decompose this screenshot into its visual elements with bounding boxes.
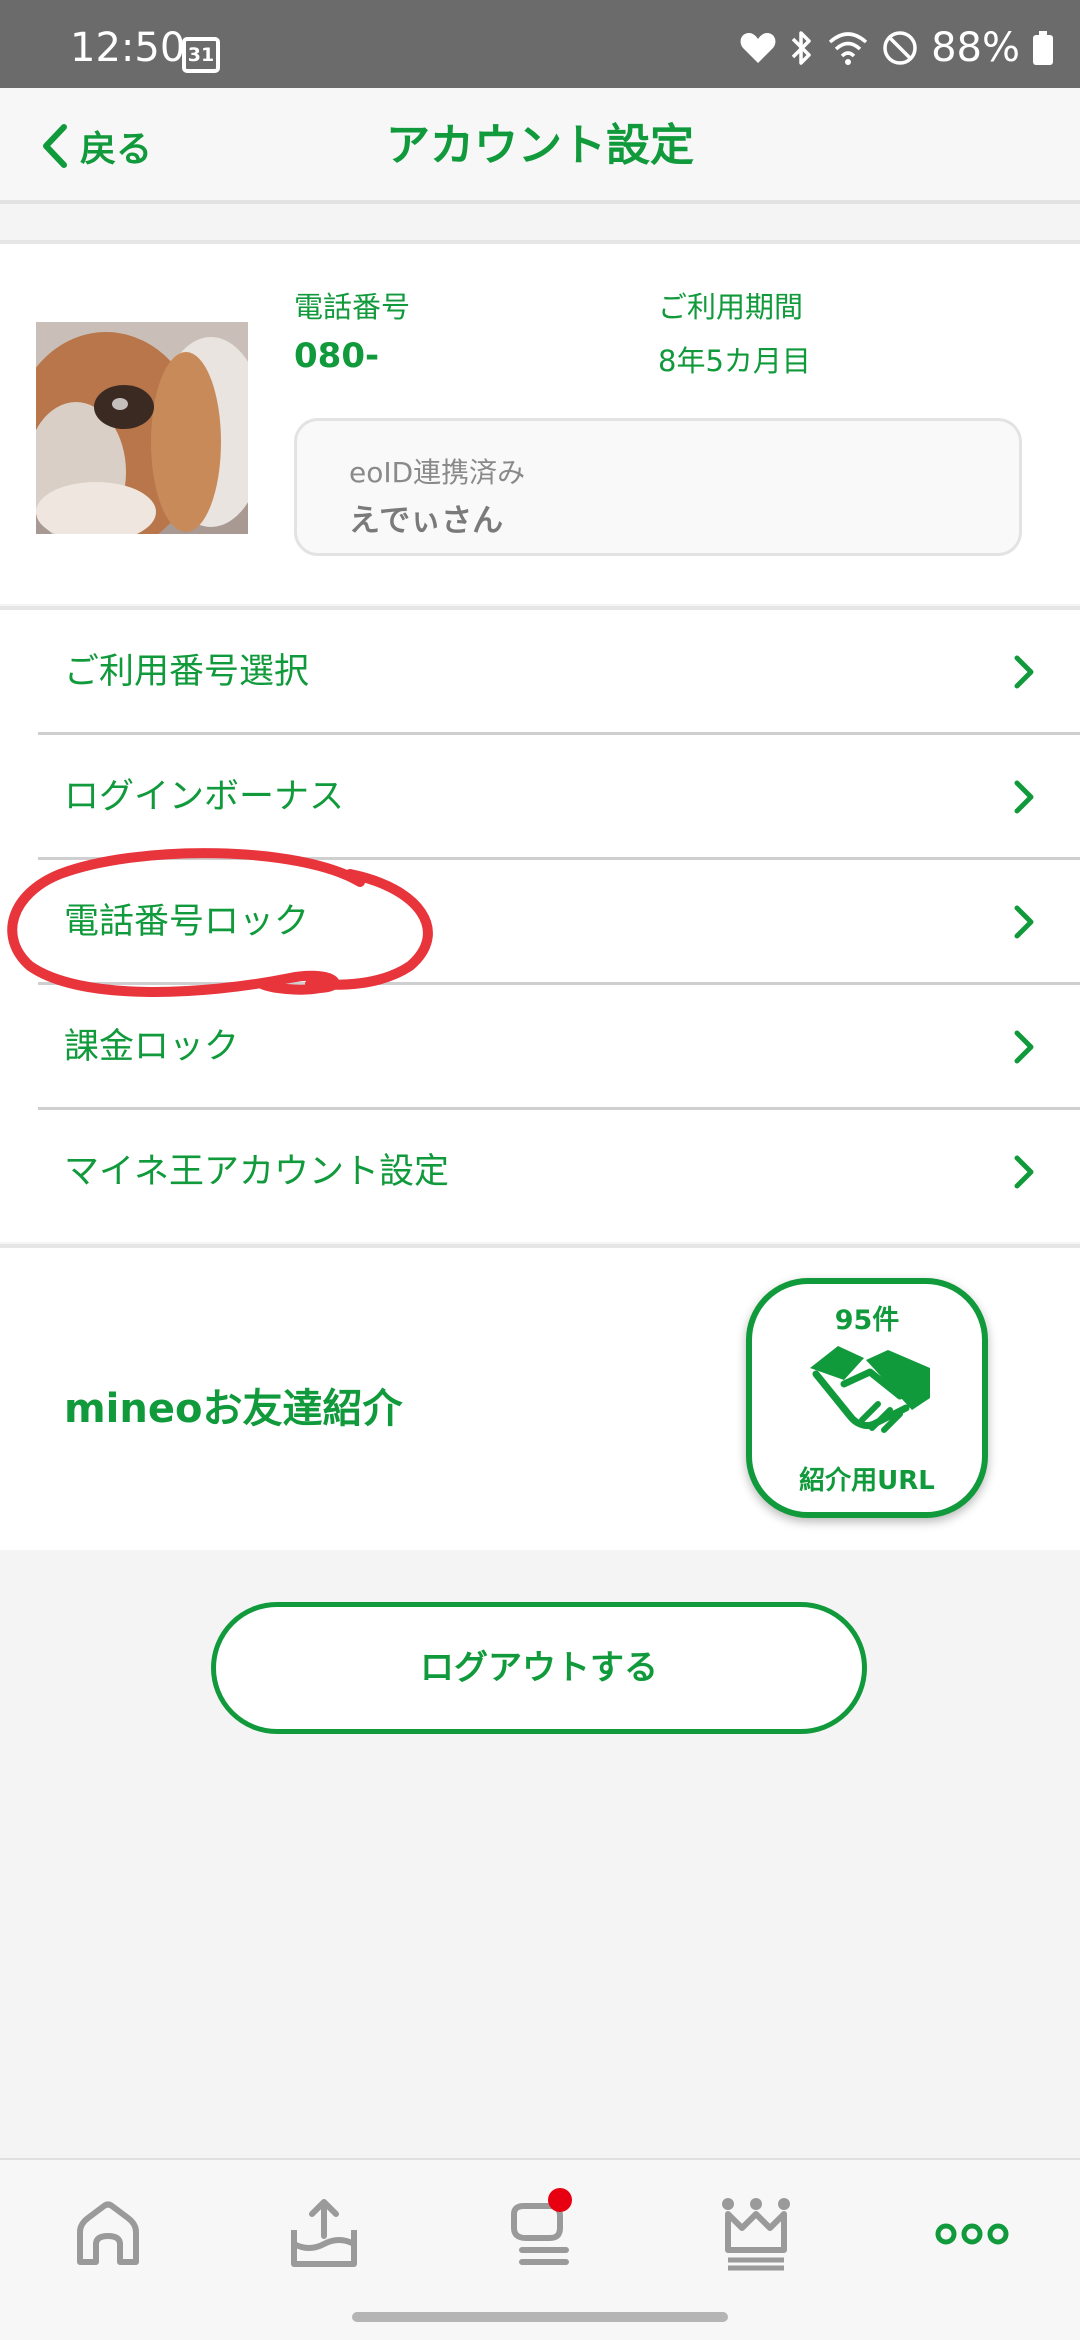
menu-item-label: ご利用番号選択 [64,652,310,692]
do-not-disturb-icon [883,31,917,65]
nav-data-share[interactable] [284,2194,364,2274]
referral-section: mineoお友達紹介 95件 紹介用URL [0,1244,1080,1550]
menu-item-label: ログインボーナス [64,777,345,817]
crown-icon [722,2198,790,2271]
header: 戻る アカウント設定 [0,88,1080,204]
page-title: アカウント設定 [386,120,694,171]
eoid-nickname: えでぃさん [349,503,504,539]
menu-item-login-bonus[interactable]: ログインボーナス [0,735,1080,860]
menu-item-label: 課金ロック [64,1027,240,1067]
phone-number-label: 電話番号 [294,290,411,324]
usage-period-value: 8年5カ月目 [658,344,811,378]
referral-url-button[interactable]: 95件 紹介用URL [746,1278,988,1518]
avatar[interactable] [36,322,248,534]
referral-url-label: 紹介用URL [799,1466,935,1496]
app-screen: 12:50 31 88% 戻る アカウント設定 電話番号 080- ご利用期間 … [0,0,1080,2340]
eoid-status-box: eoID連携済み えでぃさん [294,418,1022,556]
eoid-status-text: eoID連携済み [349,456,526,489]
menu-item-label: 電話番号ロック [64,902,310,942]
logout-button[interactable]: ログアウトする [211,1602,867,1734]
chevron-right-icon [1014,1030,1034,1064]
nav-home[interactable] [68,2194,148,2274]
status-icons: 88% [739,26,1054,70]
battery-percent: 88% [931,25,1020,71]
data-share-icon [291,2199,357,2267]
profile-card: 電話番号 080- ご利用期間 8年5カ月目 eoID連携済み えでぃさん [0,240,1080,604]
status-bar: 12:50 31 88% [0,0,1080,88]
calendar-icon: 31 [182,37,220,73]
nav-chat[interactable] [500,2188,580,2274]
home-icon [77,2201,139,2265]
bluetooth-icon [791,31,811,65]
menu-item-mineo-account[interactable]: マイネ王アカウント設定 [0,1110,1080,1235]
handshake-icon [810,1346,930,1433]
referral-count: 95件 [834,1305,900,1336]
notification-badge [548,2188,572,2212]
chevron-right-icon [1014,1155,1034,1189]
usage-period-label: ご利用期間 [658,290,804,324]
more-icon [935,2223,1009,2245]
battery-icon [1033,31,1053,65]
heart-icon [740,33,776,63]
menu-item-phone-lock[interactable]: 電話番号ロック [0,860,1080,985]
nav-more[interactable] [932,2194,1012,2274]
status-time: 12:50 [70,25,186,71]
menu-item-billing-lock[interactable]: 課金ロック [0,985,1080,1110]
referral-title: mineoお友達紹介 [64,1386,403,1432]
phone-number-value: 080- [294,336,380,376]
menu-item-label: マイネ王アカウント設定 [64,1152,450,1192]
chevron-right-icon [1014,655,1034,689]
wifi-icon [828,32,868,65]
menu-item-number-select[interactable]: ご利用番号選択 [0,610,1080,735]
rabbit-photo [36,322,248,534]
nav-mineo-king[interactable] [716,2194,796,2274]
settings-menu: ご利用番号選択 ログインボーナス 電話番号ロック 課金ロック マイネ王アカウント… [0,606,1080,1242]
chevron-right-icon [1014,780,1034,814]
chevron-right-icon [1014,905,1034,939]
gesture-home-bar[interactable] [352,2312,728,2322]
